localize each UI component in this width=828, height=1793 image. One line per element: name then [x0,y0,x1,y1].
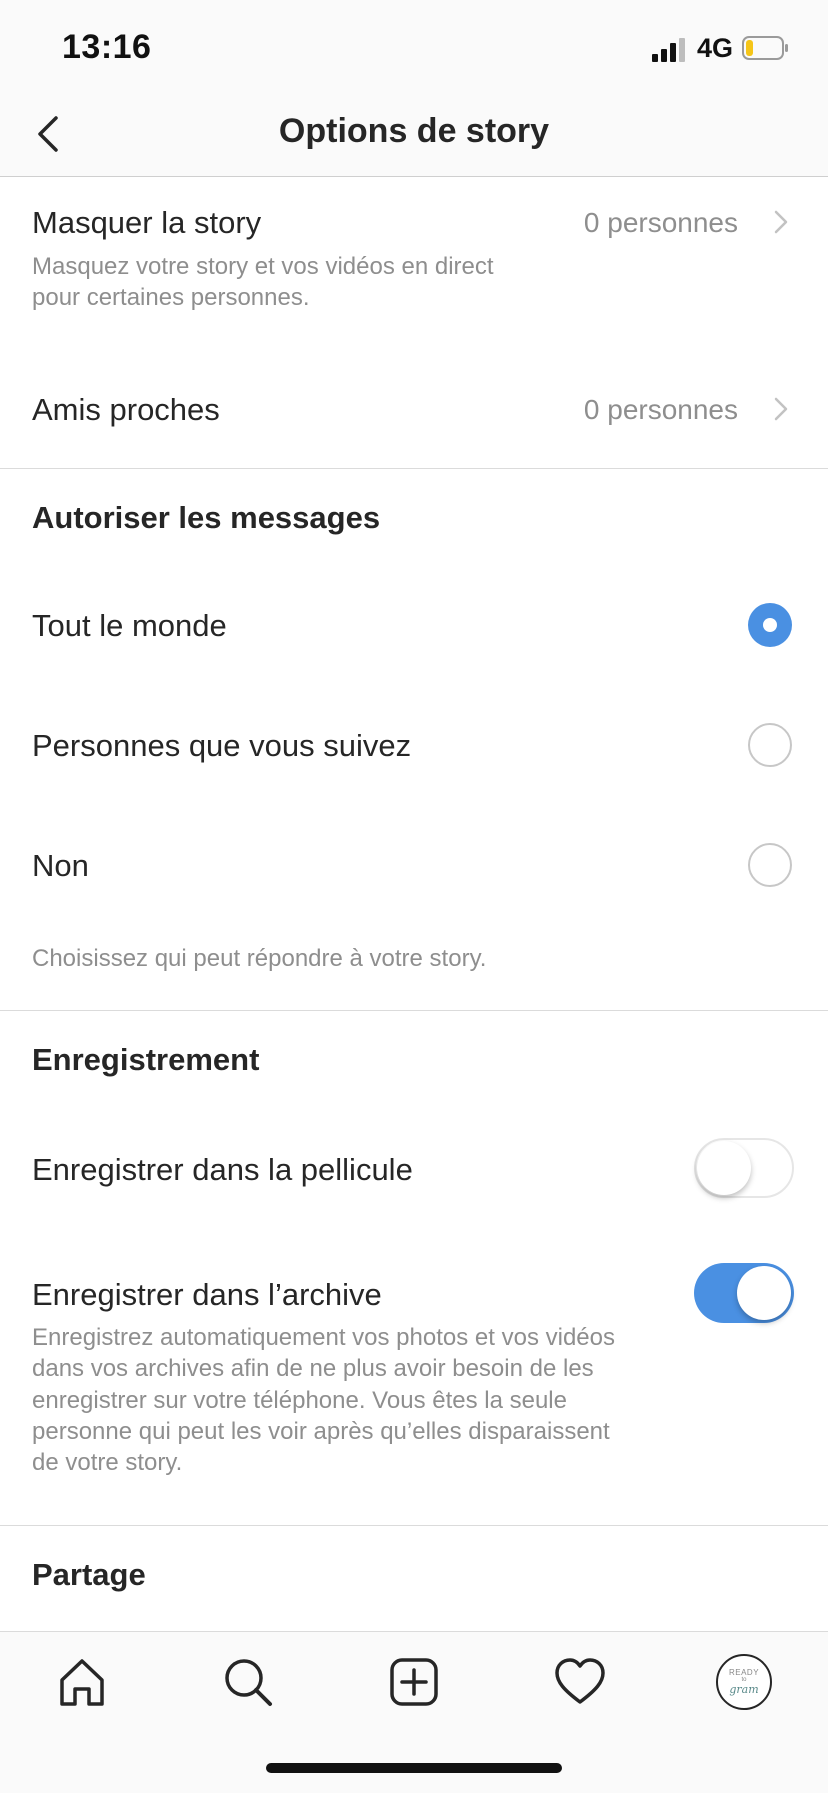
profile-avatar[interactable]: READY to gram [716,1654,772,1710]
save-camera-roll-row: Enregistrer dans la pellicule [0,1130,828,1210]
home-icon[interactable] [52,1652,112,1712]
page-title: Options de story [278,112,550,150]
reply-option-label: Non [32,848,89,883]
avatar-text-line1: READY [728,1668,760,1677]
save-archive-desc-line3: enregistrer sur votre téléphone. Vous êt… [32,1387,567,1414]
saving-heading: Enregistrement [32,1042,260,1077]
messages-hint: Choisissez qui peut répondre à votre sto… [32,945,487,972]
save-camera-roll-label: Enregistrer dans la pellicule [32,1152,413,1187]
reply-option-none[interactable]: Non [0,825,828,905]
radio-selected[interactable] [748,603,792,647]
avatar-text-line3: gram [729,1683,759,1696]
network-type: 4G [697,33,734,63]
save-archive-desc-line4: personne qui peut les voir après qu’elle… [32,1418,610,1445]
chevron-right-icon [774,210,788,234]
hide-story-row[interactable]: Masquer la story Masquez votre story et … [0,177,828,325]
add-post-icon[interactable] [384,1652,444,1712]
status-bar: 13:16 4G [0,0,828,96]
toggle-knob [697,1141,751,1195]
hide-story-subtitle-line1: Masquez votre story et vos vidéos en dir… [32,253,494,280]
reply-option-everyone[interactable]: Tout le monde [0,585,828,665]
reply-option-label: Personnes que vous suivez [32,728,412,763]
save-archive-row: Enregistrer dans l’archive Enregistrez a… [0,1255,828,1485]
sharing-heading: Partage [32,1557,146,1592]
save-archive-toggle[interactable] [694,1263,794,1323]
close-friends-title: Amis proches [32,392,220,427]
divider [0,1525,828,1526]
save-camera-roll-toggle[interactable] [694,1138,794,1198]
status-time: 13:16 [62,28,152,66]
radio-unselected[interactable] [748,723,792,767]
battery-icon [742,36,788,60]
search-icon[interactable] [218,1652,278,1712]
close-friends-count: 0 personnes [583,394,738,425]
save-archive-label: Enregistrer dans l’archive [32,1277,382,1312]
hide-story-title: Masquer la story [32,205,262,240]
chevron-right-icon [774,397,788,421]
save-archive-desc-line5: de votre story. [32,1449,183,1476]
close-friends-row[interactable]: Amis proches 0 personnes [0,370,828,450]
divider [0,468,828,469]
divider [0,1010,828,1011]
home-indicator[interactable] [266,1763,562,1773]
save-archive-desc-line1: Enregistrez automatiquement vos photos e… [32,1324,615,1351]
reply-option-following[interactable]: Personnes que vous suivez [0,705,828,785]
heart-icon[interactable] [550,1652,610,1712]
save-archive-desc-line2: dans vos archives afin de ne plus avoir … [32,1355,594,1382]
cellular-signal-icon [652,38,685,62]
messages-heading: Autoriser les messages [32,500,381,535]
reply-option-label: Tout le monde [32,608,227,643]
hide-story-count: 0 personnes [583,207,738,238]
toggle-knob [737,1266,791,1320]
hide-story-subtitle-line2: pour certaines personnes. [32,284,310,311]
navigation-bar: Options de story [0,96,828,177]
radio-unselected[interactable] [748,843,792,887]
